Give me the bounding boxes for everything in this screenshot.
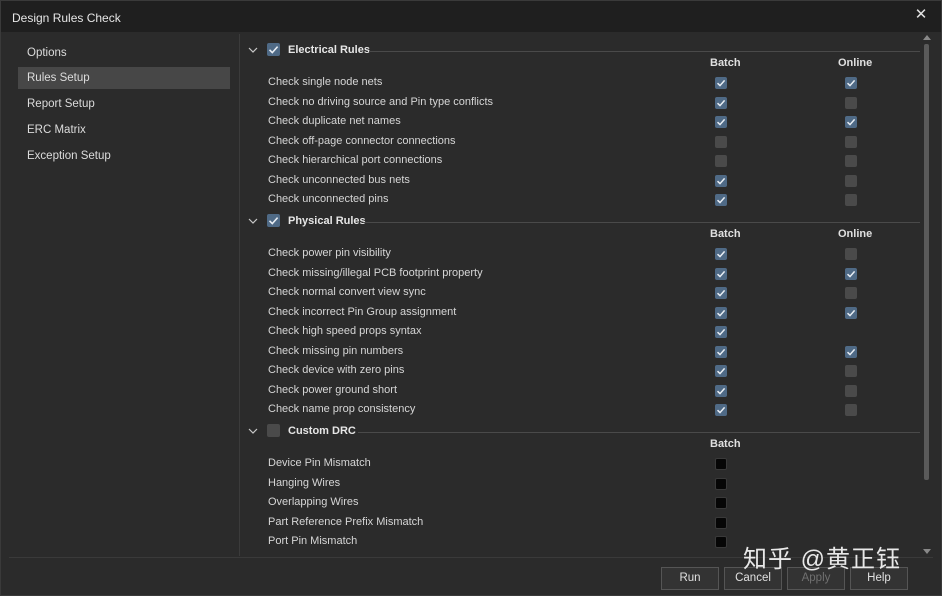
rule-label: Check unconnected pins <box>268 193 389 205</box>
rule-label: Check incorrect Pin Group assignment <box>268 305 457 318</box>
batch-column-header: Batch <box>710 438 741 450</box>
rule-label: Check no driving source and Pin type con… <box>268 95 494 108</box>
scroll-down-icon[interactable] <box>923 549 931 554</box>
section-divider <box>369 51 920 52</box>
batch-checkbox[interactable] <box>715 174 727 187</box>
online-column-header: Online <box>838 57 873 69</box>
window-title: Design Rules Check <box>12 11 121 25</box>
sidebar-item-exception-setup[interactable]: Exception Setup <box>18 145 230 167</box>
batch-checkbox[interactable] <box>715 267 727 280</box>
section-enable-checkbox[interactable] <box>267 43 280 56</box>
batch-checkbox[interactable] <box>715 477 727 490</box>
section-divider <box>358 432 920 433</box>
rule-label: Check missing/illegal PCB footprint prop… <box>268 266 483 279</box>
vertical-scrollbar[interactable] <box>921 34 932 556</box>
online-checkbox[interactable] <box>845 155 857 167</box>
rule-label: Port Pin Mismatch <box>268 535 358 547</box>
design-rules-check-dialog: Design Rules Check ✕ Options Rules Setup… <box>0 0 942 596</box>
rules-panel: Electrical Rules Batch Online Check single … <box>241 34 920 556</box>
batch-checkbox[interactable] <box>715 365 727 377</box>
batch-checkbox[interactable] <box>715 326 727 338</box>
online-checkbox[interactable] <box>845 174 857 187</box>
online-column-header: Online <box>838 228 873 240</box>
chevron-down-icon[interactable] <box>248 216 258 226</box>
rule-label: Check high speed props syntax <box>268 325 422 337</box>
rule-label: Check unconnected bus nets <box>268 173 410 186</box>
batch-checkbox[interactable] <box>715 384 727 397</box>
batch-column-header: Batch <box>710 57 741 69</box>
rule-label: Check name prop consistency <box>268 403 416 415</box>
rule-label: Check normal convert view sync <box>268 286 426 298</box>
close-icon[interactable]: ✕ <box>911 5 931 25</box>
batch-checkbox[interactable] <box>715 116 727 128</box>
batch-checkbox[interactable] <box>715 345 727 358</box>
batch-checkbox[interactable] <box>715 287 727 299</box>
chevron-down-icon[interactable] <box>248 426 258 436</box>
online-checkbox[interactable] <box>845 365 857 377</box>
sidebar-item-rules-setup[interactable]: Rules Setup <box>18 67 230 89</box>
batch-checkbox[interactable] <box>715 248 727 260</box>
scroll-up-icon[interactable] <box>923 35 931 40</box>
online-checkbox[interactable] <box>845 267 857 280</box>
watermark: 知乎 @黄正钰 <box>743 546 902 573</box>
rule-label: Part Reference Prefix Mismatch <box>268 515 424 528</box>
online-checkbox[interactable] <box>845 248 857 260</box>
section-enable-checkbox[interactable] <box>267 424 280 437</box>
run-button[interactable]: Run <box>661 567 719 590</box>
section-title: Custom DRC <box>288 425 356 437</box>
online-checkbox[interactable] <box>845 96 857 109</box>
batch-checkbox[interactable] <box>715 194 727 206</box>
online-checkbox[interactable] <box>845 404 857 416</box>
rule-label: Check single node nets <box>268 76 383 88</box>
online-checkbox[interactable] <box>845 287 857 299</box>
section-enable-checkbox[interactable] <box>267 214 280 227</box>
rule-label: Check hierarchical port connections <box>268 154 443 166</box>
online-checkbox[interactable] <box>845 306 857 319</box>
online-checkbox[interactable] <box>845 135 857 148</box>
sidebar: Options Rules Setup Report Setup ERC Mat… <box>9 34 240 556</box>
batch-checkbox[interactable] <box>715 458 727 470</box>
online-checkbox[interactable] <box>845 77 857 89</box>
rule-label: Check power pin visibility <box>268 247 391 259</box>
title-bar: Design Rules Check ✕ <box>1 1 941 32</box>
batch-checkbox[interactable] <box>715 77 727 89</box>
batch-column-header: Batch <box>710 228 741 240</box>
section-header: Electrical Rules <box>241 40 920 60</box>
batch-checkbox[interactable] <box>715 536 727 548</box>
batch-checkbox[interactable] <box>715 516 727 529</box>
rule-label: Check power ground short <box>268 383 398 396</box>
rule-label: Overlapping Wires <box>268 496 359 508</box>
batch-checkbox[interactable] <box>715 96 727 109</box>
rule-label: Device Pin Mismatch <box>268 457 371 469</box>
section-header: Custom DRC <box>241 421 920 441</box>
rule-label: Check duplicate net names <box>268 115 401 127</box>
online-checkbox[interactable] <box>845 116 857 128</box>
section-title: Physical Rules <box>288 215 366 227</box>
batch-checkbox[interactable] <box>715 404 727 416</box>
section-title: Electrical Rules <box>288 44 370 56</box>
batch-checkbox[interactable] <box>715 306 727 319</box>
batch-checkbox[interactable] <box>715 155 727 167</box>
online-checkbox[interactable] <box>845 384 857 397</box>
sidebar-item-report-setup[interactable]: Report Setup <box>18 93 230 115</box>
batch-checkbox[interactable] <box>715 135 727 148</box>
sidebar-item-erc-matrix[interactable]: ERC Matrix <box>18 119 230 141</box>
chevron-down-icon[interactable] <box>248 45 258 55</box>
online-checkbox[interactable] <box>845 194 857 206</box>
section-header: Physical Rules <box>241 211 920 231</box>
batch-checkbox[interactable] <box>715 497 727 509</box>
rule-label: Check device with zero pins <box>268 364 405 376</box>
rule-label: Check missing pin numbers <box>268 344 404 357</box>
rule-label: Hanging Wires <box>268 476 341 489</box>
section-divider <box>363 222 920 223</box>
rule-label: Check off-page connector connections <box>268 134 456 147</box>
scrollbar-thumb[interactable] <box>924 44 929 480</box>
sidebar-item-options[interactable]: Options <box>18 42 230 64</box>
online-checkbox[interactable] <box>845 345 857 358</box>
